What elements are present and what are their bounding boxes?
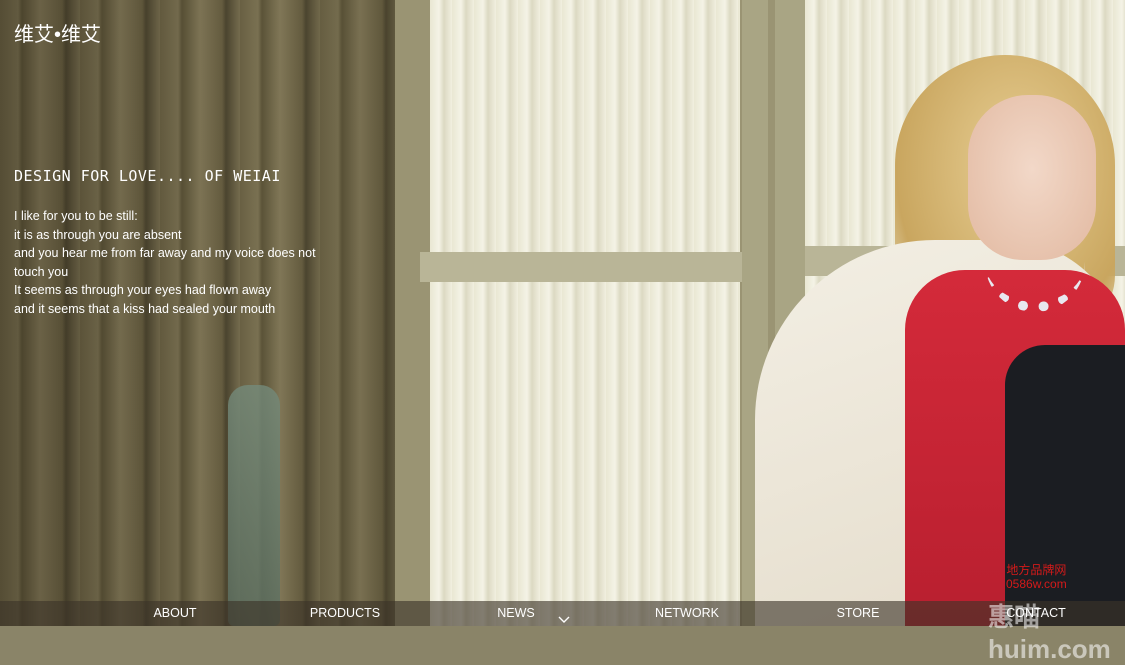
hero-headline: DESIGN FOR LOVE.... OF WEIAI [14,167,281,185]
poem-line: I like for you to be still: [14,209,138,223]
nav-products[interactable]: PRODUCTS [310,601,380,626]
watermark-badge: 地方品牌网 0586w.com [1006,563,1067,591]
curtain-left [430,0,740,626]
model-face [968,95,1096,260]
nav-store[interactable]: STORE [837,601,880,626]
poem-line: It seems as through your eyes had flown … [14,283,272,298]
watermark-line: 0586w.com [1006,577,1067,591]
window-mullion [420,252,750,282]
nav-news[interactable]: NEWS [497,601,535,626]
poem-line: it is as through you are absent [14,227,182,242]
watermark-logo: 惠喵 huim.com [988,602,1111,664]
chevron-down-icon [558,616,570,623]
nav-about[interactable]: ABOUT [153,601,196,626]
watermark-line: 地方品牌网 [1006,563,1067,577]
nav-network[interactable]: NETWORK [655,601,719,626]
hero-poem: I like for you to be still: it is as thr… [14,207,344,319]
poem-line: and you hear me from far away and my voi… [14,246,316,279]
ornamental-carving [228,385,280,626]
site-logo[interactable]: 维艾•维艾 [14,18,101,47]
poem-line: and it seems that a kiss had sealed your… [14,301,276,316]
